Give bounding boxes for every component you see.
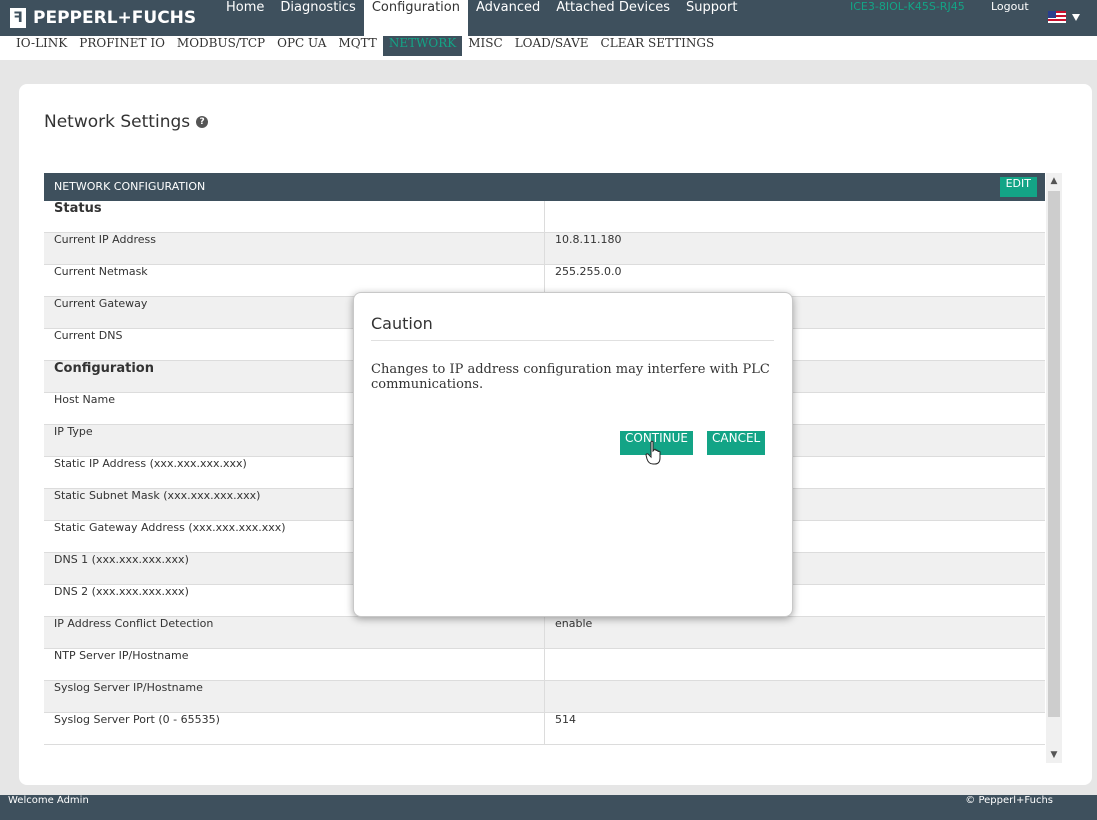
- table-row: Syslog Server Port (0 - 65535) 514: [44, 713, 1045, 745]
- footer: Welcome Admin © Pepperl+Fuchs: [0, 795, 1097, 820]
- subnav-item-network[interactable]: NETWORK: [382, 36, 463, 56]
- row-label: Current IP Address: [44, 233, 545, 264]
- welcome-text: Welcome Admin: [8, 795, 89, 806]
- row-label: IP Address Conflict Detection: [44, 617, 545, 648]
- table-header: NETWORK CONFIGURATION EDIT: [44, 173, 1045, 201]
- scroll-down-icon[interactable]: ▼: [1046, 747, 1062, 763]
- table-row: IP Address Conflict Detection enable: [44, 617, 1045, 649]
- row-label: Syslog Server IP/Hostname: [44, 681, 545, 712]
- dialog-title: Caution: [371, 314, 433, 333]
- row-value: [545, 681, 1045, 712]
- table-header-title: NETWORK CONFIGURATION: [54, 180, 206, 193]
- top-navigation-bar: ꟻ PEPPERL+FUCHS Home Diagnostics Configura…: [0, 0, 1097, 36]
- device-name: ICE3-8IOL-K45S-RJ45: [850, 0, 965, 13]
- row-value: 10.8.11.180: [555, 233, 622, 246]
- topnav-item-advanced[interactable]: Advanced: [468, 0, 548, 36]
- row-value: [545, 649, 1045, 680]
- subnav-item-load-save[interactable]: LOAD/SAVE: [509, 36, 595, 56]
- logout-link[interactable]: Logout: [991, 0, 1029, 13]
- caret-down-icon: [1072, 13, 1080, 21]
- page-title-text: Network Settings: [44, 112, 191, 132]
- scroll-up-icon[interactable]: ▲: [1046, 173, 1062, 189]
- topnav-item-support[interactable]: Support: [678, 0, 745, 36]
- subnav-item-misc[interactable]: MISC: [462, 36, 508, 56]
- topnav-item-home[interactable]: Home: [218, 0, 272, 36]
- topnav-item-attached-devices[interactable]: Attached Devices: [548, 0, 678, 36]
- row-label: NTP Server IP/Hostname: [44, 649, 545, 680]
- help-icon[interactable]: ?: [196, 116, 209, 128]
- subnav-item-opc-ua[interactable]: OPC UA: [271, 36, 332, 56]
- subnav-item-modbus-tcp[interactable]: MODBUS/TCP: [171, 36, 271, 56]
- table-row: NTP Server IP/Hostname: [44, 649, 1045, 681]
- subnav-item-io-link[interactable]: IO-LINK: [10, 36, 73, 56]
- topnav-item-configuration[interactable]: Configuration: [363, 0, 468, 36]
- brand-mark-icon: ꟻ: [10, 8, 26, 28]
- table-section-row: Status: [44, 201, 1045, 233]
- brand-logo[interactable]: ꟻ PEPPERL+FUCHS: [10, 0, 196, 36]
- brand-name: PEPPERL+FUCHS: [33, 8, 197, 28]
- topnav-item-diagnostics[interactable]: Diagnostics: [272, 0, 363, 36]
- us-flag-icon: [1048, 11, 1066, 23]
- main-menu: Home Diagnostics Configuration Advanced Atta…: [218, 0, 745, 36]
- cancel-button[interactable]: CANCEL: [707, 431, 766, 455]
- row-label: Status: [44, 201, 545, 232]
- scroll-thumb[interactable]: [1048, 191, 1060, 717]
- dialog-divider: [371, 340, 774, 341]
- language-selector[interactable]: [1048, 11, 1080, 23]
- subnav-item-clear-settings[interactable]: CLEAR SETTINGS: [595, 36, 721, 56]
- page-title: Network Settings ?: [44, 112, 209, 132]
- table-row: Syslog Server IP/Hostname: [44, 681, 1045, 713]
- table-scrollbar[interactable]: ▲ ▼: [1046, 173, 1062, 763]
- config-submenu: IO-LINK PROFINET IO MODBUS/TCP OPC UA MQTT NE…: [0, 36, 1097, 60]
- row-value: [545, 201, 1045, 232]
- edit-button[interactable]: EDIT: [999, 177, 1037, 197]
- row-label: Syslog Server Port (0 - 65535): [44, 713, 545, 744]
- row-value: 514: [555, 713, 576, 726]
- row-value: enable: [555, 617, 593, 630]
- hand-pointer-icon: [645, 440, 661, 465]
- table-row: Current IP Address 10.8.11.180: [44, 233, 1045, 265]
- subnav-item-mqtt[interactable]: MQTT: [332, 36, 382, 56]
- dialog-message: Changes to IP address configuration may …: [371, 362, 770, 392]
- caution-dialog: Caution Changes to IP address configurat…: [353, 292, 793, 617]
- copyright-text: © Pepperl+Fuchs: [965, 795, 1053, 806]
- subnav-item-profinet-io[interactable]: PROFINET IO: [73, 36, 171, 56]
